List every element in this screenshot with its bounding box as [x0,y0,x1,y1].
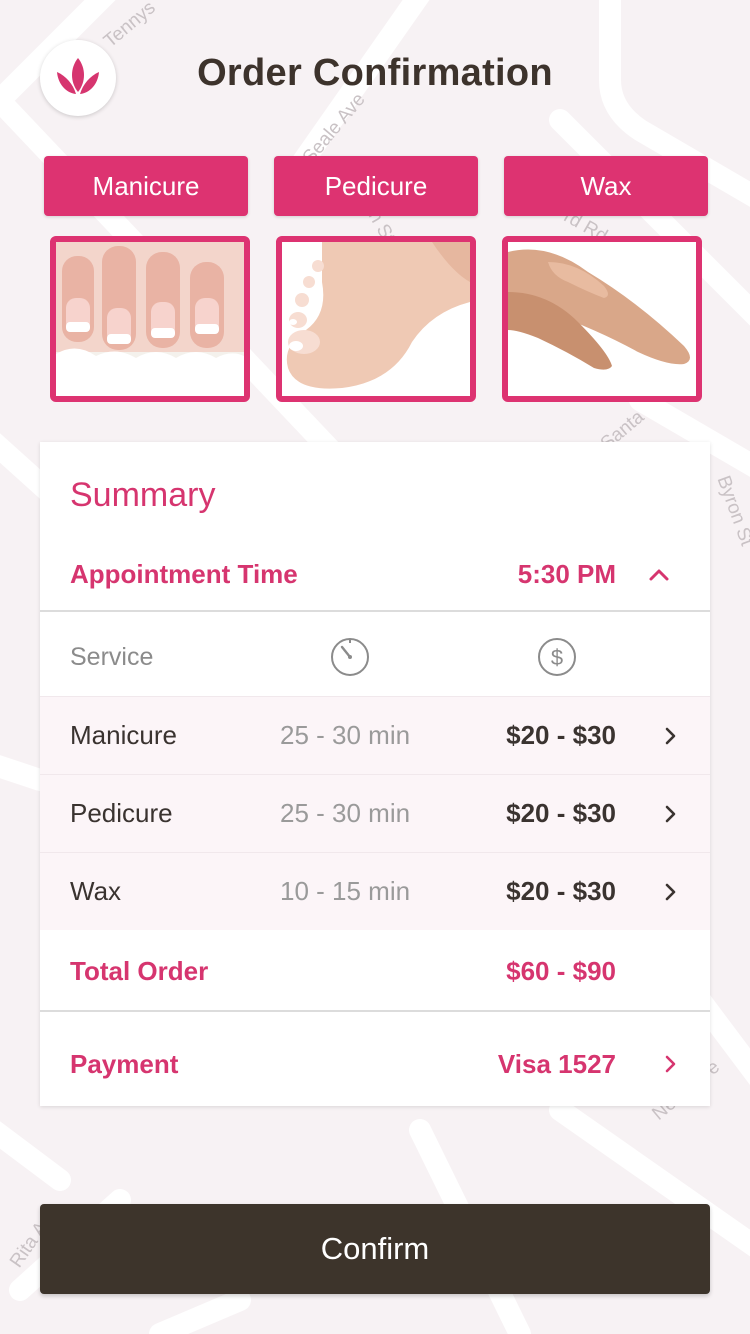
service-column-header: Service [70,642,154,671]
appointment-time-value: 5:30 PM [517,558,616,589]
payment-value: Visa 1527 [497,1048,616,1079]
payment-row[interactable]: Payment Visa 1527 [40,1022,710,1106]
service-duration: 25 - 30 min [280,798,411,828]
manicure-tile[interactable] [50,236,250,402]
svg-text:$: $ [551,645,563,670]
tab-manicure[interactable]: Manicure [44,156,248,216]
service-duration: 10 - 15 min [280,876,411,906]
chevron-right-icon[interactable] [660,803,680,825]
summary-card: Summary Appointment Time 5:30 PM Service… [40,442,710,1106]
pedicure-feet-image [282,242,470,396]
total-order-label: Total Order [70,955,209,986]
summary-title: Summary [70,476,216,514]
wax-legs-image [508,242,696,396]
appointment-time-row[interactable]: Appointment Time 5:30 PM [40,538,710,612]
chevron-right-icon[interactable] [660,1053,680,1075]
manicure-nails-image [56,242,244,396]
appointment-time-label: Appointment Time [70,558,298,589]
total-order-value: $60 - $90 [506,955,616,986]
chevron-right-icon[interactable] [660,725,680,747]
service-price: $20 - $30 [506,876,616,906]
service-row-wax[interactable]: Wax 10 - 15 min $20 - $30 [40,852,710,930]
payment-label: Payment [70,1048,179,1079]
service-name: Pedicure [70,798,173,828]
service-name: Wax [70,876,122,906]
confirm-button[interactable]: Confirm [40,1204,710,1294]
total-order-row: Total Order $60 - $90 [40,932,710,1012]
service-duration: 25 - 30 min [280,720,411,750]
tab-wax[interactable]: Wax [504,156,708,216]
chevron-right-icon[interactable] [660,881,680,903]
service-table-header: Service $ [40,618,710,696]
dollar-circle-icon: $ [538,638,576,676]
page-title: Order Confirmation [197,52,553,94]
service-row-pedicure[interactable]: Pedicure 25 - 30 min $20 - $30 [40,774,710,852]
service-price: $20 - $30 [506,720,616,750]
wax-tile[interactable] [502,236,702,402]
pedicure-tile[interactable] [276,236,476,402]
timer-icon [331,638,369,676]
service-row-manicure[interactable]: Manicure 25 - 30 min $20 - $30 [40,696,710,774]
chevron-up-icon[interactable] [648,565,670,585]
service-name: Manicure [70,720,177,750]
service-price: $20 - $30 [506,798,616,828]
tab-pedicure[interactable]: Pedicure [274,156,478,216]
